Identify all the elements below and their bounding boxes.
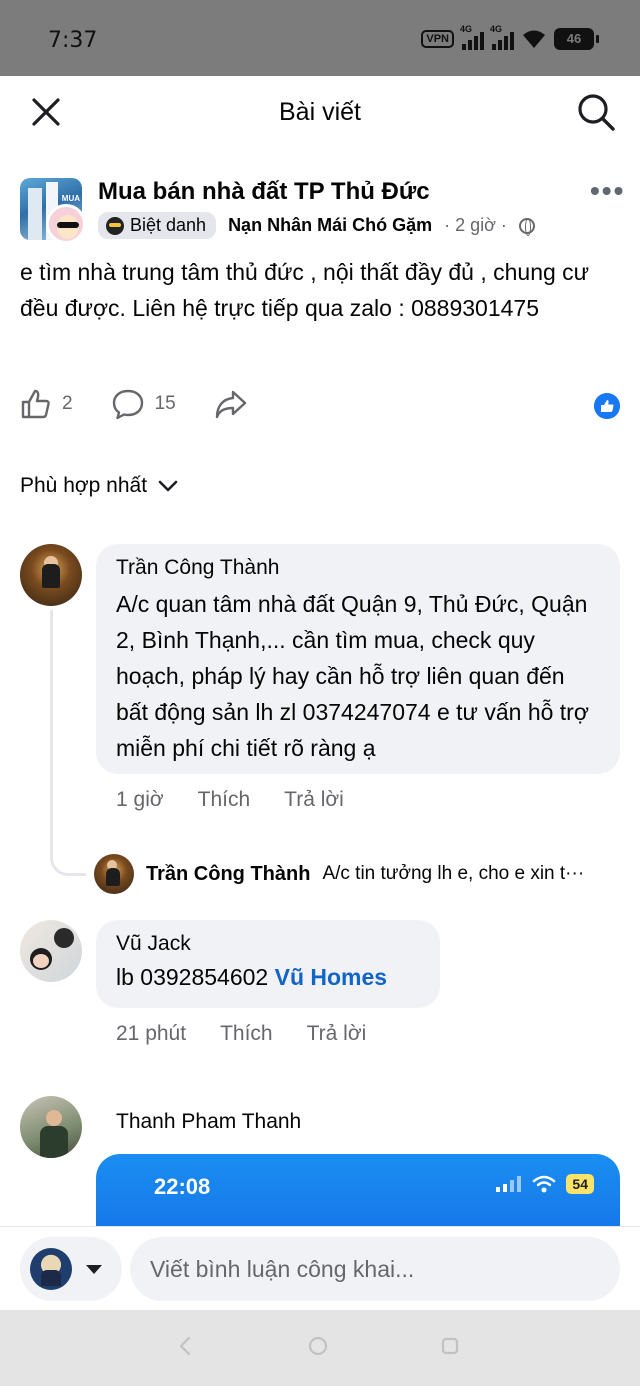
- sunglasses-icon: [106, 216, 124, 235]
- back-icon[interactable]: [174, 1334, 198, 1358]
- comment-bubble[interactable]: Trần Công Thành A/c quan tâm nhà đất Quậ…: [96, 544, 620, 774]
- post-meta: Biệt danh Nạn Nhân Mái Chó Gặm · 2 giờ ·: [98, 212, 535, 239]
- comment-bubble[interactable]: Vũ Jack lb 0392854602 Vũ Homes: [96, 920, 440, 1008]
- post-text: e tìm nhà trung tâm thủ đức , nội thất đ…: [20, 259, 590, 321]
- comment-button[interactable]: 15: [111, 388, 176, 420]
- nickname-badge[interactable]: Biệt danh: [98, 212, 217, 239]
- group-name[interactable]: Mua bán nhà đất TP Thủ Đức: [98, 178, 430, 206]
- reply-button[interactable]: Trả lời: [307, 1022, 367, 1046]
- share-icon: [215, 390, 246, 419]
- commenter-avatar[interactable]: [20, 1096, 82, 1158]
- more-options-icon[interactable]: •••: [590, 177, 625, 205]
- chevron-down-icon: [158, 480, 178, 492]
- like-comment-button[interactable]: Thích: [220, 1022, 273, 1046]
- status-icons: VPN 4G 4G 46: [421, 24, 599, 50]
- like-comment-button[interactable]: Thích: [198, 788, 251, 812]
- home-icon[interactable]: [306, 1334, 330, 1358]
- vpn-icon: VPN: [421, 30, 454, 48]
- sort-label: Phù hợp nhất: [20, 474, 148, 497]
- comment-text-body: lb 0392854602: [116, 964, 275, 990]
- commenter-avatar[interactable]: [20, 920, 82, 982]
- comment-image-attachment[interactable]: 22:08 54: [96, 1154, 620, 1234]
- battery-icon: 46: [554, 28, 599, 50]
- like-button[interactable]: 2: [20, 388, 73, 420]
- comment-input[interactable]: [130, 1237, 620, 1301]
- current-user-avatar: [30, 1248, 72, 1290]
- commenter-avatar[interactable]: [20, 544, 82, 606]
- like-count: 2: [62, 393, 73, 414]
- comment-count: 15: [154, 393, 176, 414]
- share-button[interactable]: [214, 389, 248, 419]
- comment-composer: [0, 1226, 640, 1310]
- caret-down-icon: [86, 1264, 102, 1274]
- reply-author: Trần Công Thành: [146, 862, 311, 885]
- mention-link[interactable]: Vũ Homes: [275, 964, 387, 990]
- post-author[interactable]: Nạn Nhân Mái Chó Gặm: [228, 215, 432, 236]
- signal-icon: [496, 1176, 522, 1192]
- attachment-status-icons: 54: [496, 1174, 594, 1194]
- status-bar: 7:37 VPN 4G 4G 46: [0, 0, 640, 76]
- globe-icon: [518, 217, 535, 236]
- wifi-icon: [523, 30, 545, 48]
- comment-time: 1 giờ: [116, 788, 164, 811]
- system-nav-bar: [0, 1310, 640, 1386]
- comment-text: A/c quan tâm nhà đất Quận 9, Thủ Đức, Qu…: [116, 591, 589, 761]
- comment-meta: 1 giờ Thích Trả lời: [116, 788, 344, 812]
- commenter-name[interactable]: Vũ Jack: [116, 932, 420, 956]
- thread-connector: [50, 610, 86, 876]
- attachment-time: 22:08: [154, 1174, 211, 1199]
- identity-switcher[interactable]: [20, 1237, 122, 1301]
- reply-preview[interactable]: Trần Công Thành A/c tin tưởng lh e, cho …: [94, 854, 624, 894]
- search-icon[interactable]: [576, 92, 616, 132]
- thumbs-up-icon: [21, 389, 50, 419]
- post-actions: 2 15: [20, 388, 620, 420]
- app-header: Bài viết: [0, 76, 640, 148]
- wifi-icon: [533, 1175, 556, 1193]
- signal-icon: 4G: [490, 24, 514, 50]
- comment-icon: [112, 389, 143, 420]
- author-avatar[interactable]: [46, 204, 86, 244]
- comment-time: 21 phút: [116, 1022, 187, 1045]
- status-time: 7:37: [48, 28, 98, 53]
- recents-icon[interactable]: [438, 1334, 462, 1358]
- signal-icon: 4G: [460, 24, 484, 50]
- page-title: Bài viết: [279, 98, 361, 126]
- commenter-name[interactable]: Thanh Pham Thanh: [116, 1110, 301, 1134]
- post-time: · 2 giờ ·: [444, 215, 507, 235]
- comment-text: lb 0392854602 Vũ Homes: [116, 962, 420, 992]
- sort-dropdown[interactable]: Phù hợp nhất: [20, 474, 179, 498]
- reply-button[interactable]: Trả lời: [284, 788, 344, 812]
- group-avatar[interactable]: MUA: [20, 178, 86, 244]
- reply-text: A/c tin tưởng lh e, cho e xin t···: [322, 863, 585, 884]
- comment-meta: 21 phút Thích Trả lời: [116, 1022, 366, 1046]
- commenter-name[interactable]: Trần Công Thành: [116, 556, 600, 580]
- attachment-battery: 54: [566, 1174, 594, 1194]
- like-reaction-icon: [594, 393, 620, 419]
- reply-avatar: [94, 854, 134, 894]
- badge-label: Biệt danh: [130, 215, 207, 235]
